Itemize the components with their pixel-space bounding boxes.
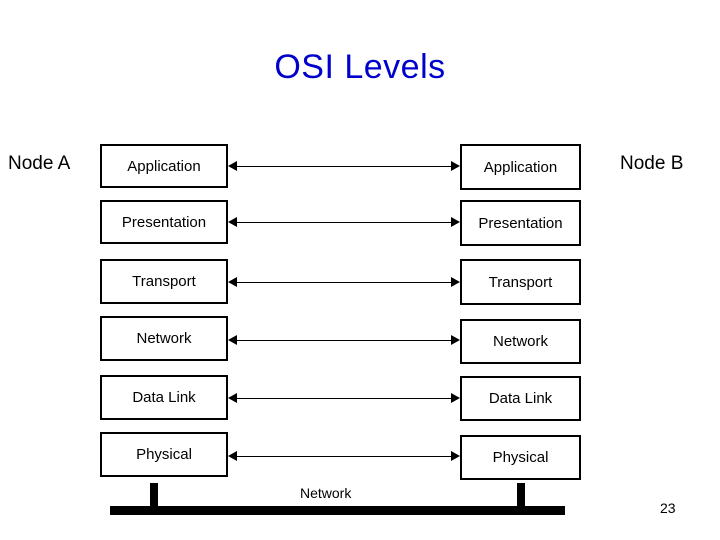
arrowhead-left-presentation <box>228 217 237 227</box>
layer-label: Presentation <box>478 214 563 232</box>
connector-transport <box>237 282 451 283</box>
arrowhead-left-network <box>228 335 237 345</box>
layer-box-right-data-link: Data Link <box>460 376 581 421</box>
layer-box-left-presentation: Presentation <box>100 200 228 244</box>
layer-box-right-application: Application <box>460 144 581 190</box>
connector-physical <box>237 456 451 457</box>
page-title: OSI Levels <box>274 48 446 86</box>
layer-box-left-data-link: Data Link <box>100 375 228 420</box>
layer-label: Presentation <box>121 213 207 231</box>
layer-box-left-application: Application <box>100 144 228 188</box>
page-number: 23 <box>660 500 676 516</box>
layer-box-left-physical: Physical <box>100 432 228 477</box>
arrowhead-right-physical <box>451 451 460 461</box>
connector-presentation <box>237 222 451 223</box>
node-b-label: Node B <box>620 153 684 174</box>
layer-label: Physical <box>136 446 192 463</box>
layer-box-right-transport: Transport <box>460 259 581 305</box>
arrowhead-right-data-link <box>451 393 460 403</box>
arrowhead-right-transport <box>451 277 460 287</box>
connector-application <box>237 166 451 167</box>
connector-network <box>237 340 451 341</box>
layer-label: Transport <box>132 273 196 290</box>
layer-box-right-presentation: Presentation <box>460 200 581 246</box>
arrowhead-right-presentation <box>451 217 460 227</box>
arrowhead-right-network <box>451 335 460 345</box>
layer-box-left-network: Network <box>100 316 228 361</box>
bus-stub-right <box>517 483 525 507</box>
arrowhead-left-application <box>228 161 237 171</box>
connector-data-link <box>237 398 451 399</box>
layer-label: Data Link <box>132 389 196 406</box>
layer-label: Physical <box>492 449 549 466</box>
arrowhead-left-physical <box>228 451 237 461</box>
node-a-label: Node A <box>8 153 71 174</box>
layer-label: Application <box>483 158 558 176</box>
layer-label: Network <box>136 330 192 347</box>
layer-label: Network <box>492 333 548 350</box>
network-bus-bar <box>110 506 565 515</box>
slide-canvas: OSI Levels Node A Node B Application App… <box>0 0 720 540</box>
arrowhead-left-transport <box>228 277 237 287</box>
layer-label: Application <box>127 157 201 175</box>
layer-label: Transport <box>488 273 553 291</box>
layer-box-right-physical: Physical <box>460 435 581 480</box>
layer-box-left-transport: Transport <box>100 259 228 304</box>
network-bus-label: Network <box>300 485 352 501</box>
layer-label: Data Link <box>488 390 553 407</box>
arrowhead-right-application <box>451 161 460 171</box>
layer-box-right-network: Network <box>460 319 581 364</box>
bus-stub-left <box>150 483 158 507</box>
arrowhead-left-data-link <box>228 393 237 403</box>
